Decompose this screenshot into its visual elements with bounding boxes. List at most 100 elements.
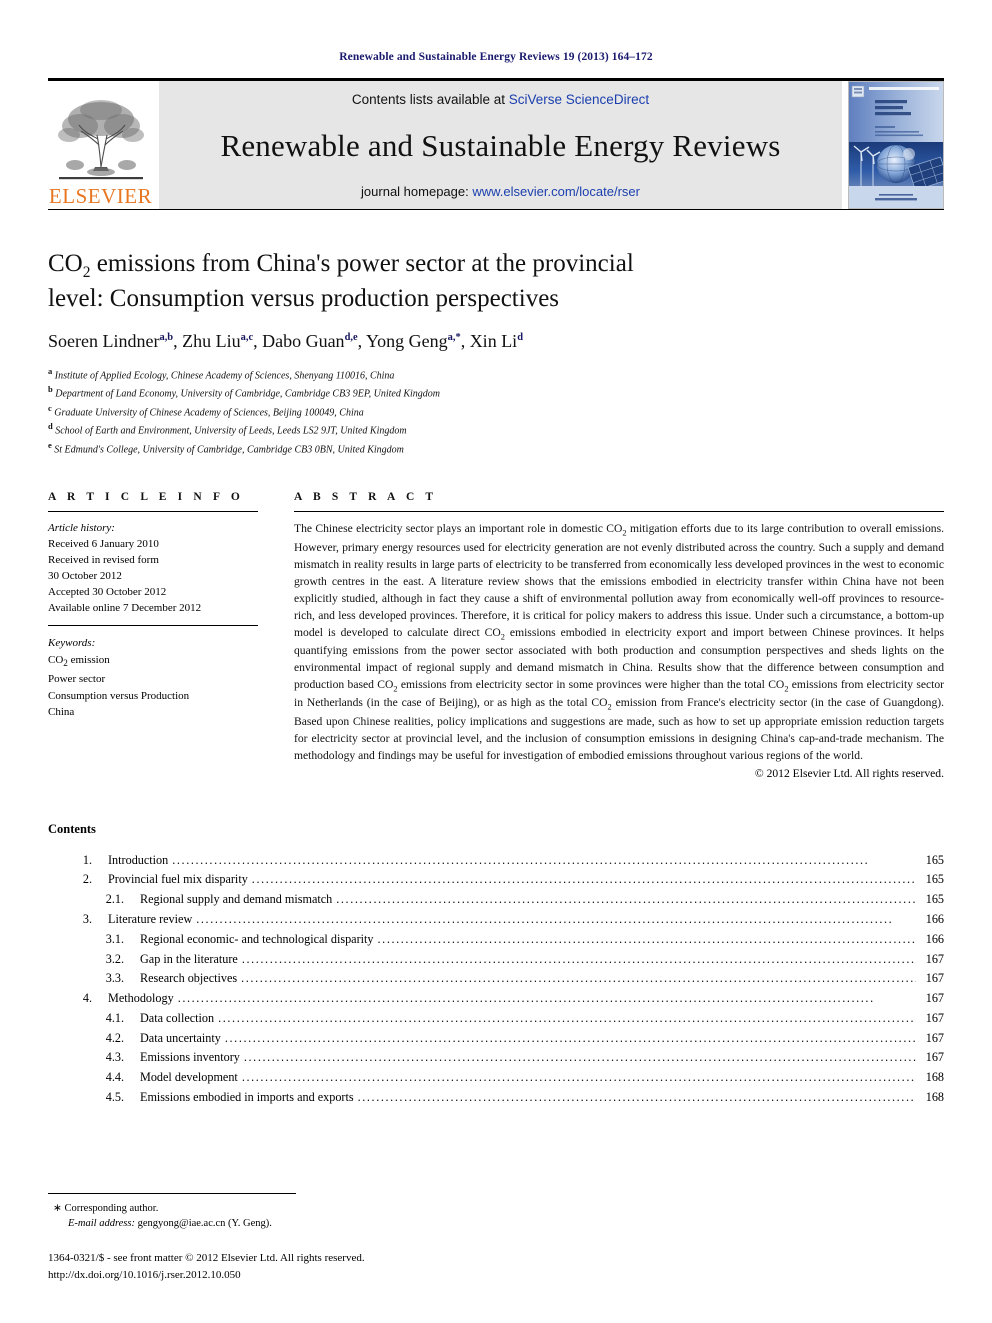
toc-entry[interactable]: 2. Provincial fuel mix disparity .......… [48, 870, 944, 890]
toc-entry[interactable]: 3.1. Regional economic- and technologica… [48, 930, 944, 950]
affiliation-text: St Edmund's College, University of Cambr… [54, 444, 404, 456]
abstract-copyright: © 2012 Elsevier Ltd. All rights reserved… [754, 766, 944, 780]
affiliation-marker: d [48, 421, 53, 432]
toc-entry[interactable]: 3. Literature review ...................… [48, 910, 944, 930]
affiliation-marker: b [48, 384, 53, 395]
toc-label: Emissions embodied in imports and export… [140, 1089, 354, 1104]
affiliation-marker: e [48, 439, 52, 450]
email-value[interactable]: gengyong@iae.ac.cn (Y. Geng). [135, 1218, 272, 1229]
article-history-item: Received 6 January 2010 [48, 538, 159, 551]
toc-leader: ........................................… [172, 852, 870, 867]
toc-entry[interactable]: 4.4. Model development .................… [48, 1068, 944, 1088]
toc-page-number: 168 [925, 1089, 944, 1104]
page-title: CO2 emissions from China's power sector … [48, 248, 944, 315]
toc-number: 4.2. [105, 1030, 124, 1045]
journal-homepage-link[interactable]: www.elsevier.com/locate/rser [472, 184, 640, 199]
affiliation-text: Department of Land Economy, University o… [55, 388, 441, 400]
article-history-item: Available online 7 December 2012 [48, 602, 202, 615]
toc-number: 3.3. [105, 971, 124, 986]
toc-label: Data uncertainty [140, 1030, 221, 1045]
toc-label: Data collection [140, 1010, 215, 1025]
journal-cover-thumbnail [848, 81, 944, 209]
affiliation-text: School of Earth and Environment, Univers… [55, 425, 407, 437]
toc-label: Literature review [108, 911, 193, 926]
author-list: Soeren Lindnera,b, Zhu Liua,c, Dabo Guan… [48, 330, 523, 351]
affiliation-item: b Department of Land Economy, University… [48, 383, 944, 402]
keywords-label: Keywords: [48, 637, 96, 650]
toc-leader: ........................................… [243, 1050, 916, 1065]
corresponding-author-text: Corresponding author. [64, 1202, 159, 1214]
toc-entry[interactable]: 4.3. Emissions inventory ...............… [48, 1048, 944, 1068]
toc-leader: ........................................… [241, 971, 916, 986]
author-affiliation-marker: a,b [159, 331, 174, 343]
keyword-co-rest: emission [67, 653, 110, 666]
toc-number: 3.2. [105, 951, 124, 966]
masthead-banner: Contents lists available at SciVerse Sci… [159, 81, 842, 209]
author-affiliation-marker: a,* [447, 331, 461, 343]
toc-label: Methodology [108, 991, 174, 1006]
toc-number: 3.1. [105, 931, 124, 946]
abstract-heading: A B S T R A C T [294, 491, 438, 504]
sciencedirect-link[interactable]: SciVerse ScienceDirect [509, 92, 649, 107]
contents-available-prefix: Contents lists available at [351, 92, 509, 107]
toc-leader: ........................................… [377, 931, 916, 946]
toc-page-number: 167 [925, 1050, 944, 1065]
contents-heading: Contents [48, 821, 96, 836]
toc-label: Gap in the literature [140, 951, 238, 966]
article-info-rule [48, 511, 258, 513]
toc-entry[interactable]: 4.1. Data collection ...................… [48, 1009, 944, 1029]
running-head: Renewable and Sustainable Energy Reviews… [339, 51, 653, 63]
issn-copyright-line: 1364-0321/$ - see front matter © 2012 El… [48, 1252, 365, 1264]
table-of-contents: 1. Introduction ........................… [48, 851, 944, 1108]
elsevier-logo: ELSEVIER [48, 81, 153, 209]
toc-entry[interactable]: 1. Introduction ........................… [48, 851, 944, 871]
article-history-item: Received in revised form [48, 554, 159, 567]
abstract-column: A B S T R A C T The Chinese electricity … [294, 491, 944, 780]
toc-page-number: 165 [925, 892, 944, 907]
abstract-part: emissions from electricity sector in som… [397, 677, 785, 691]
toc-label: Emissions inventory [140, 1050, 240, 1065]
toc-entry[interactable]: 3.2. Gap in the literature .............… [48, 950, 944, 970]
keyword-item: CO2 emission [48, 652, 258, 671]
toc-entry[interactable]: 4. Methodology .........................… [48, 989, 944, 1009]
toc-entry[interactable]: 4.2. Data uncertainty ..................… [48, 1029, 944, 1049]
title-co: CO [48, 250, 83, 277]
page-footer: ∗ Corresponding author. E-mail address: … [48, 1192, 944, 1284]
toc-page-number: 165 [925, 872, 944, 887]
toc-label: Introduction [108, 852, 169, 867]
elsevier-tree-icon [57, 100, 144, 180]
author-item: Xin Lid [470, 331, 523, 351]
author-item: Dabo Guand,e [262, 331, 358, 351]
author-item: Soeren Lindnera,b [48, 331, 173, 351]
toc-number: 4.4. [105, 1070, 124, 1085]
author-affiliation-marker: d [517, 331, 523, 343]
author-name: Yong Geng [365, 330, 448, 351]
toc-entry[interactable]: 3.3. Research objectives ...............… [48, 969, 944, 989]
toc-page-number: 167 [925, 991, 944, 1006]
toc-entry[interactable]: 4.5. Emissions embodied in imports and e… [48, 1088, 944, 1108]
doi-link[interactable]: http://dx.doi.org/10.1016/j.rser.2012.10… [48, 1267, 944, 1284]
keyword-co: CO [48, 653, 64, 666]
toc-label: Model development [140, 1070, 238, 1085]
author-affiliation-marker: d,e [344, 331, 358, 343]
title-block: CO2 emissions from China's power sector … [48, 210, 944, 457]
toc-leader: ........................................… [357, 1089, 916, 1104]
article-info-column: A R T I C L E I N F O Article history: R… [48, 491, 294, 779]
author-name: Dabo Guan [262, 330, 345, 351]
article-first-page: Renewable and Sustainable Energy Reviews… [0, 0, 992, 1323]
affiliation-list: a Institute of Applied Ecology, Chinese … [48, 365, 944, 458]
journal-title: Renewable and Sustainable Energy Reviews [220, 127, 781, 163]
author-item: Yong Genga,* [366, 331, 461, 351]
affiliation-item: c Graduate University of Chinese Academy… [48, 402, 944, 421]
journal-masthead: ELSEVIER Contents lists available at Sci… [48, 81, 944, 209]
author-name: Xin Li [469, 330, 518, 351]
toc-label: Regional supply and demand mismatch [140, 892, 333, 907]
author-affiliation-marker: a,c [240, 331, 254, 343]
toc-leader: ........................................… [336, 892, 916, 907]
toc-number: 3. [82, 911, 92, 926]
article-history-label: Article history: [48, 522, 115, 535]
toc-label: Research objectives [140, 971, 238, 986]
toc-leader: ........................................… [196, 911, 894, 926]
toc-entry[interactable]: 2.1. Regional supply and demand mismatch… [48, 890, 944, 910]
toc-number: 4. [82, 991, 92, 1006]
